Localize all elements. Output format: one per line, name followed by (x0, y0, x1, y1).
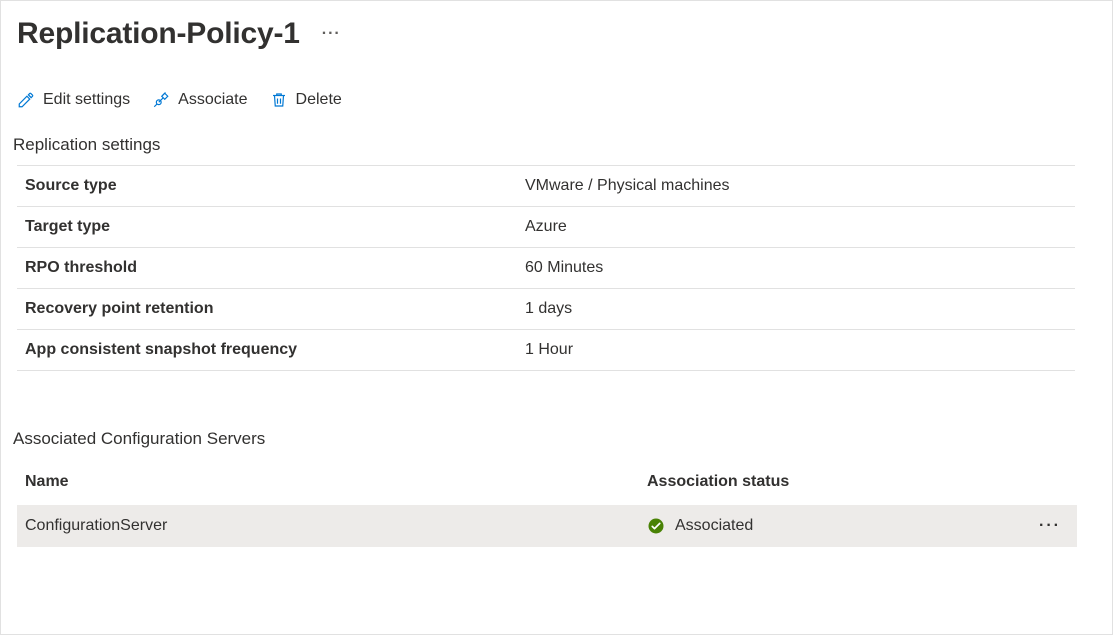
table-row: Recovery point retention 1 days (17, 289, 1075, 330)
replication-settings-heading: Replication settings (13, 135, 1108, 155)
setting-label: Source type (17, 166, 517, 207)
replication-settings-table: Source type VMware / Physical machines T… (17, 165, 1075, 371)
setting-label: App consistent snapshot frequency (17, 330, 517, 371)
associate-label: Associate (178, 91, 247, 109)
plug-icon (152, 91, 170, 109)
server-name-cell: ConfigurationServer (17, 505, 639, 547)
setting-value: VMware / Physical machines (517, 166, 1075, 207)
associated-servers-table: Name Association status ConfigurationSer… (17, 465, 1077, 547)
table-row: Target type Azure (17, 207, 1075, 248)
table-row[interactable]: ConfigurationServer Associated ··· (17, 505, 1077, 547)
server-status-cell: Associated (675, 517, 753, 535)
associate-button[interactable]: Associate (152, 89, 247, 111)
pencil-icon (17, 91, 35, 109)
setting-value: 1 days (517, 289, 1075, 330)
setting-value: 1 Hour (517, 330, 1075, 371)
check-circle-icon (647, 517, 665, 535)
edit-settings-label: Edit settings (43, 91, 130, 109)
setting-label: Target type (17, 207, 517, 248)
row-more-menu-icon[interactable]: ··· (1039, 517, 1061, 534)
setting-value: Azure (517, 207, 1075, 248)
more-menu-icon[interactable]: ··· (322, 26, 341, 42)
setting-label: Recovery point retention (17, 289, 517, 330)
table-row: RPO threshold 60 Minutes (17, 248, 1075, 289)
setting-label: RPO threshold (17, 248, 517, 289)
setting-value: 60 Minutes (517, 248, 1075, 289)
table-header-name[interactable]: Name (17, 465, 639, 505)
trash-icon (270, 91, 288, 109)
table-row: App consistent snapshot frequency 1 Hour (17, 330, 1075, 371)
table-header-status[interactable]: Association status (639, 465, 1017, 505)
page-title: Replication-Policy-1 (17, 17, 300, 51)
associated-servers-heading: Associated Configuration Servers (13, 429, 1108, 449)
table-row: Source type VMware / Physical machines (17, 166, 1075, 207)
delete-button[interactable]: Delete (270, 89, 342, 111)
delete-label: Delete (296, 91, 342, 109)
edit-settings-button[interactable]: Edit settings (17, 89, 130, 111)
toolbar: Edit settings Associate (17, 89, 1108, 111)
